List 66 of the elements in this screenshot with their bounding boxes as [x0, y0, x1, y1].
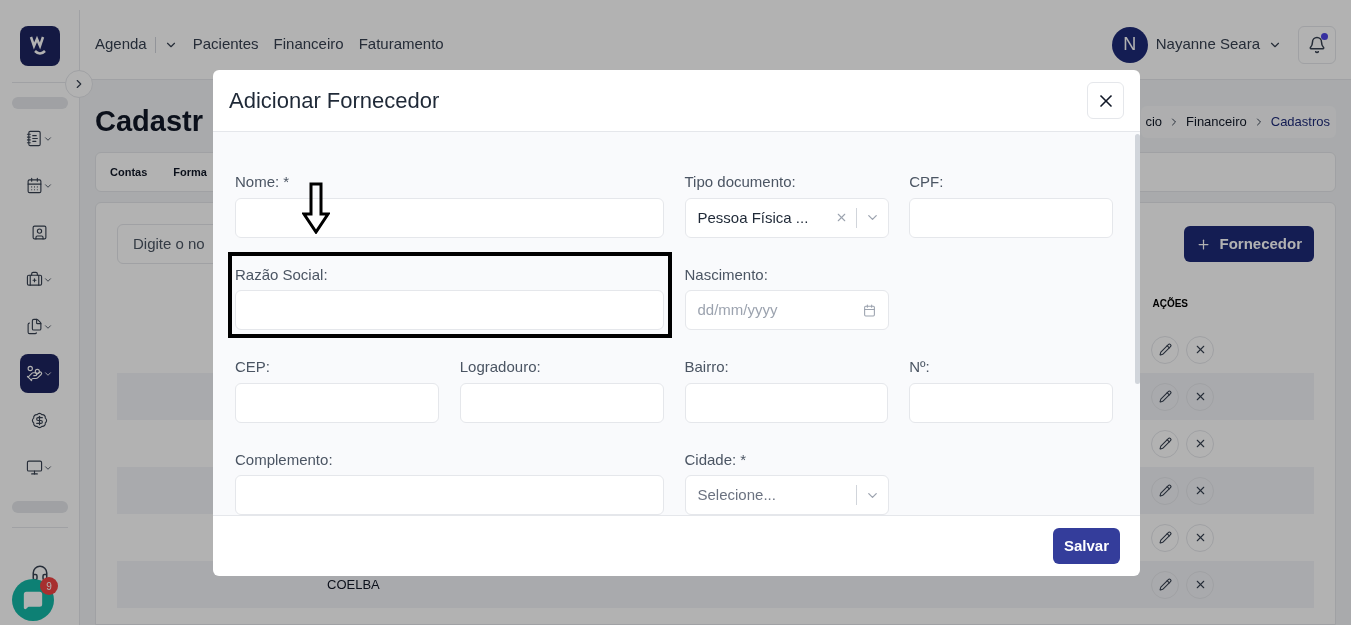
field-label: Razão Social:	[235, 264, 329, 285]
modal-title: Adicionar Fornecedor	[229, 87, 440, 116]
save-button[interactable]: Salvar	[1052, 528, 1120, 565]
breadcrumb-link[interactable]: Financeiro	[1186, 112, 1247, 132]
bell-icon	[1308, 35, 1326, 54]
hand-coins-icon	[26, 365, 43, 382]
text-field[interactable]	[459, 382, 664, 423]
logo[interactable]	[19, 26, 60, 66]
nav-link[interactable]: Financeiro	[273, 33, 344, 56]
pencil-icon	[1158, 484, 1172, 497]
dollar-note-icon	[31, 412, 48, 429]
contact-card-icon	[31, 224, 48, 241]
sidebar-item[interactable]	[20, 354, 59, 393]
user-name: Nayanne Seara	[1155, 34, 1260, 55]
field-label: Nascimento:	[684, 264, 769, 285]
calendar-icon[interactable]	[862, 303, 876, 317]
select-field[interactable]: Selecione...	[684, 475, 889, 516]
text-field[interactable]	[235, 382, 439, 423]
pencil-icon	[1158, 390, 1172, 403]
add-supplier-button[interactable]: Fornecedor	[1184, 226, 1314, 262]
column-header: AÇÕES	[1152, 296, 1188, 311]
notification-badge: 9	[40, 577, 58, 595]
notebook-icon	[26, 130, 43, 147]
breadcrumb-link[interactable]: Cadastros	[1270, 112, 1330, 132]
pencil-icon	[1158, 437, 1172, 450]
field-label: Tipo documento:	[684, 172, 797, 193]
down-arrow-icon	[302, 182, 330, 235]
field-label: CPF:	[909, 172, 945, 193]
field-label: Complemento:	[235, 449, 334, 470]
field-label: Nº:	[909, 357, 931, 378]
select-field[interactable]: Pessoa Física ...	[684, 197, 889, 238]
avatar: N	[1111, 26, 1148, 63]
text-field[interactable]	[684, 382, 889, 423]
pencil-icon	[1158, 578, 1172, 591]
tab[interactable]: Forma	[173, 163, 207, 181]
user-menu[interactable]: N Nayanne Seara	[1111, 26, 1282, 63]
text-field[interactable]	[909, 382, 1113, 423]
plus-icon	[1196, 236, 1212, 252]
text-field[interactable]	[235, 197, 664, 238]
scrollbar[interactable]	[1135, 134, 1140, 385]
page-title: Cadastr	[95, 104, 203, 140]
table-cell-text: COELBA	[327, 575, 380, 594]
collapse-button[interactable]	[65, 70, 93, 98]
nav-link[interactable]: Pacientes	[192, 33, 259, 56]
text-field[interactable]	[235, 475, 664, 516]
field-label: Nome: *	[235, 172, 291, 193]
tab[interactable]: Contas	[110, 163, 148, 181]
calendar-icon	[26, 177, 43, 194]
field-label: Logradouro:	[459, 357, 542, 378]
pencil-icon	[1158, 343, 1172, 356]
nav-link[interactable]: Agenda	[95, 33, 147, 56]
breadcrumb-link[interactable]: cio	[1145, 112, 1163, 132]
field-label: CEP:	[235, 357, 271, 378]
notifications-button[interactable]	[1298, 25, 1336, 64]
field-label: Cidade: *	[684, 449, 748, 470]
medical-case-icon	[26, 271, 43, 288]
text-field[interactable]	[909, 197, 1113, 238]
headset-icon[interactable]	[30, 564, 49, 582]
files-icon	[26, 318, 43, 335]
monitor-icon	[26, 459, 43, 476]
text-field[interactable]	[235, 290, 664, 331]
field-label: Bairro:	[684, 357, 730, 378]
nav-link[interactable]: Faturamento	[358, 33, 444, 56]
pencil-icon	[1158, 531, 1172, 544]
chat-icon	[23, 590, 43, 610]
close-button[interactable]	[1087, 82, 1124, 120]
